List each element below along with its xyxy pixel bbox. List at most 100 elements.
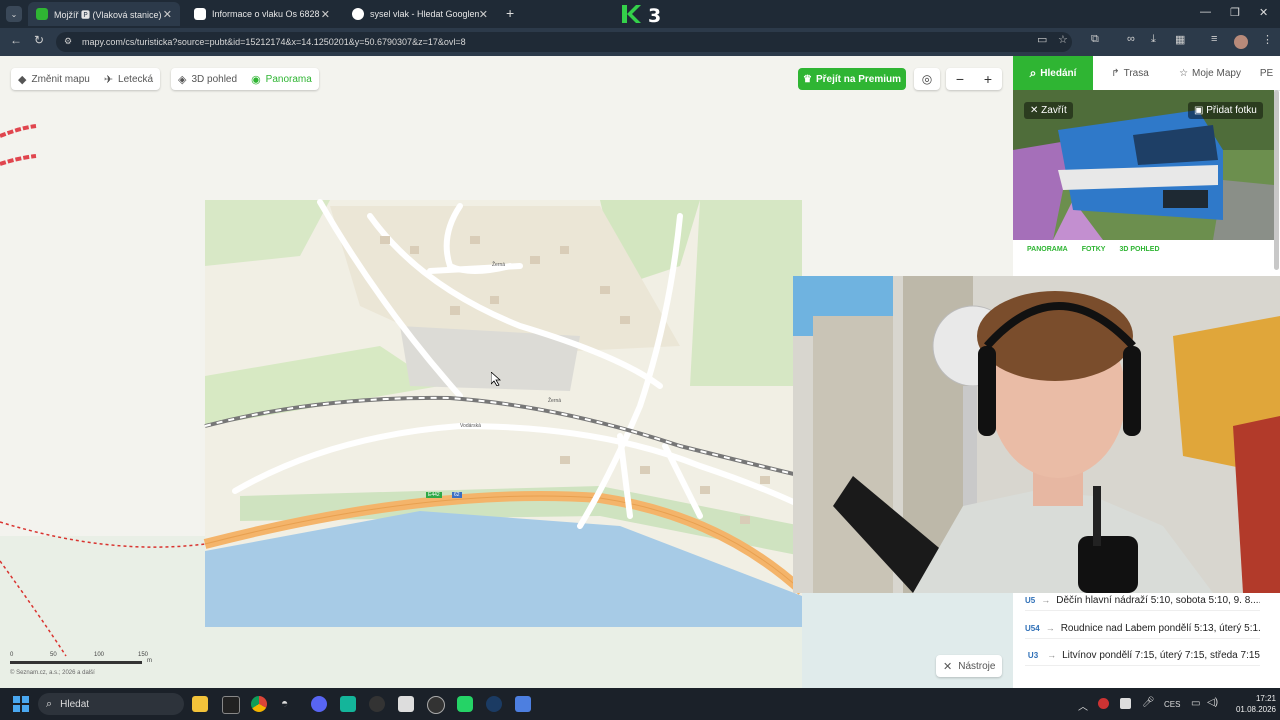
tray-chevron-icon[interactable]: ︿ [1078, 698, 1088, 713]
tray-app-icon[interactable] [1098, 698, 1109, 709]
airplane-icon: ✈ [103, 73, 114, 86]
close-label: Zavřít [1041, 105, 1067, 116]
map-type-controls: ◆ Změnit mapu ✈ Letecká [11, 68, 161, 90]
list-item[interactable]: U3 → Litvínov pondělí 7:15, úterý 7:15, … [1025, 645, 1260, 666]
back-icon[interactable]: ← [10, 33, 22, 47]
close-photo-button[interactable]: ✕ Zavřít [1024, 102, 1073, 119]
obs-icon[interactable] [427, 696, 445, 714]
arrow-icon: → [1047, 650, 1057, 660]
zoom-in-button[interactable]: + [974, 68, 1002, 90]
windows-start-icon[interactable] [13, 696, 29, 717]
address-input[interactable]: ⚙ mapy.com/cs/turisticka?source=pubt&id=… [56, 32, 1072, 52]
box-icon[interactable] [398, 696, 414, 712]
active-app-icon[interactable] [515, 696, 531, 712]
tab-search[interactable]: ⌕ Hledání [1013, 56, 1093, 90]
minimize-icon[interactable]: — [1200, 6, 1211, 18]
tab-label: sysel vlak - Hledat Googlem [370, 9, 479, 19]
close-tab-icon[interactable]: ✕ [321, 8, 330, 21]
premium-button[interactable]: ♛ Přejít na Premium [798, 68, 906, 90]
crown-icon: ♛ [803, 73, 812, 85]
list-item[interactable]: U5 → Děčín hlavní nádraží 5:10, sobota 5… [1025, 590, 1260, 611]
new-tab-button[interactable]: + [506, 5, 514, 21]
scale-bar: 0 50 100 150 m [10, 652, 160, 672]
list-item[interactable]: U54 → Roudnice nad Labem pondělí 5:13, ú… [1025, 618, 1260, 639]
panorama-button[interactable]: ◉ Panorama [244, 68, 319, 90]
road-shield-62: 62 [452, 492, 462, 498]
site-info-icon[interactable]: ⚙ [64, 36, 72, 47]
user-button[interactable]: PE [1253, 56, 1280, 90]
locate-button[interactable]: ◎ [914, 68, 940, 90]
3d-view-label: 3D pohled [191, 73, 238, 85]
road-label: Žerná [548, 398, 562, 404]
premium-label: Přejít na Premium [815, 73, 901, 85]
3d-view-link[interactable]: 3D POHLED [1119, 246, 1159, 253]
zoom-out-button[interactable]: − [946, 68, 974, 90]
mapy-favicon-icon [36, 8, 48, 20]
cube-icon: ◈ [178, 73, 187, 86]
tray-app-icon[interactable] [1120, 698, 1131, 709]
scale-tick-50: 50 [50, 652, 57, 658]
add-photo-label: Přidat fotku [1206, 105, 1257, 116]
panorama-label: Panorama [265, 73, 312, 85]
panorama-link[interactable]: PANORAMA [1027, 246, 1068, 253]
route-icon: ↱ [1111, 67, 1120, 79]
davinci-icon[interactable] [369, 696, 385, 712]
menu-icon[interactable]: ⋮ [1262, 33, 1273, 46]
scale-tick-0: 0 [10, 652, 14, 658]
change-map-label: Změnit mapu [31, 73, 90, 85]
cast-icon[interactable]: ▭ [1037, 33, 1047, 46]
file-explorer-icon[interactable] [192, 696, 208, 712]
app-icon[interactable] [340, 696, 356, 712]
arrow-icon: → [1041, 595, 1051, 605]
taskbar-search[interactable]: ⌕ Hledat [38, 693, 184, 715]
tab-train-info[interactable]: Informace o vlaku Os 6828 | Če ✕ [186, 2, 338, 26]
clock[interactable]: 17:21 01.08.2026 [1226, 693, 1276, 715]
tab-mapy[interactable]: Mojžíř 🅿 (Vlaková stanice) • M ✕ [28, 2, 180, 26]
chrome-icon[interactable] [251, 696, 267, 712]
close-tab-icon[interactable]: ✕ [163, 8, 172, 21]
tab-route[interactable]: ↱ Trasa [1093, 56, 1167, 90]
add-photo-button[interactable]: ▣ Přidat fotku [1188, 102, 1263, 119]
reading-list-icon[interactable]: ≡ [1211, 33, 1217, 45]
discord-icon[interactable] [311, 696, 327, 712]
tab-list-button[interactable]: ⌄ [6, 6, 22, 22]
steam-icon[interactable] [486, 696, 502, 712]
whatsapp-icon[interactable] [457, 696, 473, 712]
close-tab-icon[interactable]: ✕ [479, 8, 488, 21]
3d-view-button[interactable]: ◈ 3D pohled [171, 68, 244, 90]
download-icon[interactable]: ⤓ [1151, 33, 1156, 46]
url-text: mapy.com/cs/turisticka?source=pubt&id=15… [82, 37, 466, 47]
photos-link[interactable]: FOTKY [1082, 246, 1106, 253]
taskbar-search-label: Hledat [60, 698, 90, 710]
microphone-icon[interactable]: 🎤︎ [1142, 697, 1155, 708]
maximize-icon[interactable]: ❐ [1230, 6, 1240, 19]
line-code: U54 [1025, 623, 1040, 633]
aerial-button[interactable]: ✈ Letecká [97, 68, 160, 90]
tools-button[interactable]: ✕ Nástroje [936, 655, 1003, 677]
departure-text: Litvínov pondělí 7:15, úterý 7:15, střed… [1062, 649, 1260, 661]
sidebar-scrollbar[interactable] [1274, 90, 1279, 270]
tab-google-search[interactable]: sysel vlak - Hledat Googlem ✕ [344, 2, 496, 26]
zoom-controls: − + [946, 68, 1002, 90]
epic-games-icon[interactable] [222, 696, 240, 714]
network-icon[interactable]: ▭ [1191, 698, 1200, 709]
game-controller-icon[interactable]: ◓ [281, 696, 297, 712]
photo-links: PANORAMA FOTKY 3D POHLED [1027, 246, 1160, 253]
scale-tick-100: 100 [94, 652, 105, 658]
webcam-overlay [793, 276, 1280, 593]
close-window-icon[interactable]: ✕ [1259, 6, 1268, 19]
arrow-icon: → [1045, 623, 1055, 633]
volume-icon[interactable]: ◁) [1207, 697, 1218, 708]
page-favicon-icon [194, 8, 206, 20]
keyboard-language[interactable]: CES [1164, 700, 1180, 709]
close-icon: ✕ [1030, 105, 1039, 116]
profile-avatar[interactable] [1234, 35, 1248, 49]
apps-icon[interactable]: ▦ [1175, 33, 1185, 46]
change-map-button[interactable]: ◆ Změnit mapu [11, 68, 97, 90]
bookmark-star-icon[interactable]: ☆ [1058, 33, 1068, 46]
extensions-icon[interactable]: ⧉ [1091, 33, 1099, 46]
tab-my-maps[interactable]: ☆ Moje Mapy [1167, 56, 1253, 90]
reload-icon[interactable]: ↻ [34, 33, 44, 47]
link-icon[interactable]: ∞ [1127, 33, 1135, 45]
departure-text: Roudnice nad Labem pondělí 5:13, úterý 5… [1060, 622, 1260, 634]
